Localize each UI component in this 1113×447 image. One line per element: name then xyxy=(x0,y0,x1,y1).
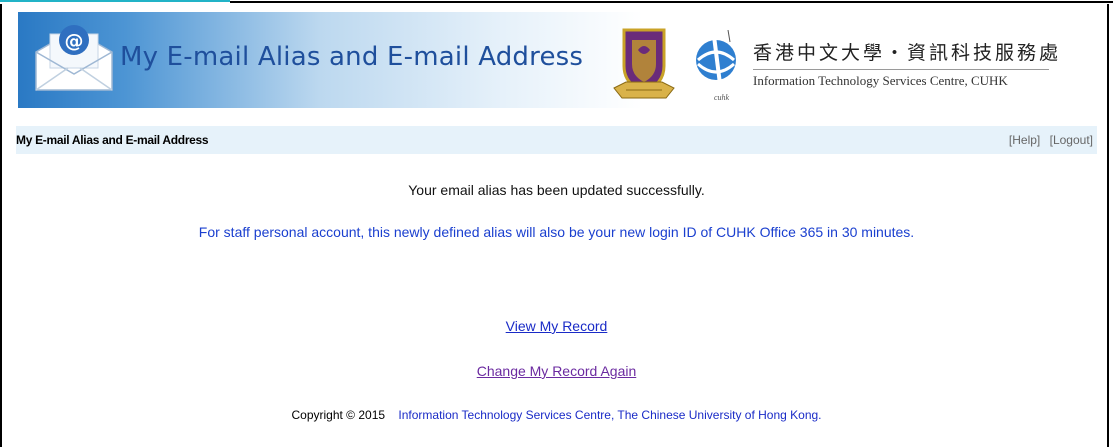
view-my-record-link[interactable]: View My Record xyxy=(506,318,608,334)
header-banner: @ My E-mail Alias and E-mail Address cuh… xyxy=(18,12,1095,108)
page-title: My E-mail Alias and E-mail Address xyxy=(16,133,209,147)
page-frame: @ My E-mail Alias and E-mail Address cuh… xyxy=(0,4,1109,447)
envelope-at-icon: @ xyxy=(35,25,113,91)
itsc-divider xyxy=(753,69,1049,70)
view-record-row: View My Record xyxy=(2,318,1111,334)
itsc-logo: cuhk xyxy=(696,30,736,102)
help-link[interactable]: [Help] xyxy=(1009,133,1040,147)
itsc-name-english: Information Technology Services Centre, … xyxy=(753,73,1008,88)
top-accent-line xyxy=(0,0,230,2)
logout-link[interactable]: [Logout] xyxy=(1050,133,1093,147)
copyright-text: Copyright © 2015 xyxy=(291,408,386,422)
itsc-name-chinese: 香港中文大學‧資訊科技服務處 xyxy=(753,42,1062,64)
change-record-row: Change My Record Again xyxy=(2,363,1111,379)
footer-org-link[interactable]: Information Technology Services Centre, … xyxy=(398,408,821,422)
svg-text:cuhk: cuhk xyxy=(714,93,730,102)
banner-title: My E-mail Alias and E-mail Address xyxy=(120,42,584,72)
success-message: Your email alias has been updated succes… xyxy=(408,182,705,198)
svg-text:@: @ xyxy=(65,30,84,52)
top-dark-line xyxy=(230,1,1113,3)
page-actions: [Help] [Logout] xyxy=(1003,133,1093,147)
cuhk-crest-logo xyxy=(613,28,675,99)
itsc-name-block: 香港中文大學‧資訊科技服務處 Information Technology Se… xyxy=(753,38,1061,89)
change-my-record-link[interactable]: Change My Record Again xyxy=(477,363,637,379)
footer: Copyright © 2015 Information Technology … xyxy=(2,408,1111,422)
page-title-bar: My E-mail Alias and E-mail Address [Help… xyxy=(16,126,1097,154)
info-message: For staff personal account, this newly d… xyxy=(198,224,915,240)
